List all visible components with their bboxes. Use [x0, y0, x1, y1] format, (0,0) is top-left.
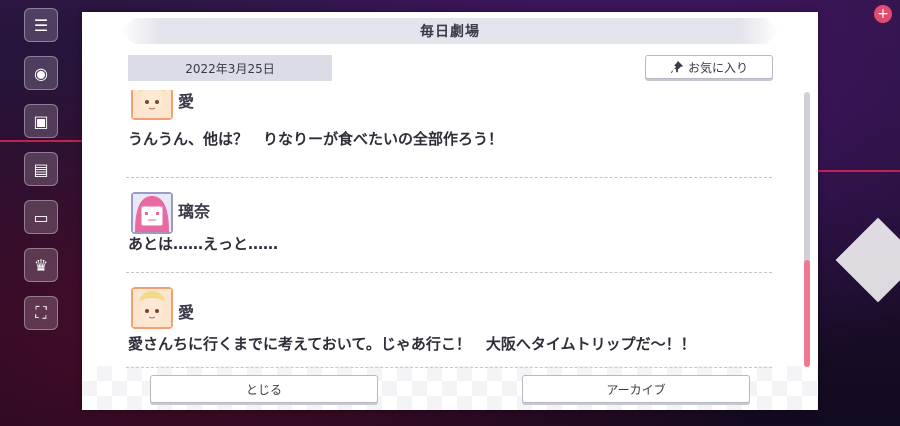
- dialog-title: 毎日劇場: [420, 24, 480, 40]
- expand-icon[interactable]: ⛶: [24, 296, 58, 330]
- menu-diamond-decor: [835, 217, 900, 303]
- dialogue-log[interactable]: 愛 うんうん、他は？ りなりーが食べたいの全部作ろう！ 璃奈 あとは……えっと……: [126, 90, 772, 370]
- right-sidebar: +: [818, 0, 900, 426]
- dialogue-text: うんうん、他は？ りなりーが食べたいの全部作ろう！: [128, 130, 504, 148]
- scrollbar[interactable]: [804, 92, 810, 367]
- ai-avatar-icon: [131, 90, 173, 120]
- speaker-name: 愛: [178, 92, 195, 111]
- speaker-name: 璃奈: [178, 202, 211, 221]
- speaker-name: 愛: [178, 303, 195, 322]
- archive-button[interactable]: アーカイブ: [522, 375, 750, 403]
- add-currency-button[interactable]: +: [874, 5, 892, 23]
- screen-icon[interactable]: ▭: [24, 200, 58, 234]
- chat-icon[interactable]: ◉: [24, 56, 58, 90]
- trophy-icon[interactable]: ♛: [24, 248, 58, 282]
- dialogue-text: あとは……えっと……: [128, 235, 279, 253]
- close-button[interactable]: とじる: [150, 375, 378, 403]
- gift-icon[interactable]: ▤: [24, 152, 58, 186]
- dialogue-entry: 璃奈 あとは……えっと……: [126, 178, 772, 273]
- rina-avatar-icon: [131, 192, 173, 234]
- favorite-label: お気に入り: [687, 60, 748, 75]
- pin-icon: [670, 60, 684, 74]
- dialogue-entry: 愛 愛さんちに行くまでに考えておいて。じゃあ行こ！ 大阪へタイムトリップだ～！！: [126, 273, 772, 368]
- ai-avatar-icon: [131, 287, 173, 329]
- left-sidebar: ☰ ◉ ▣ ▤ ▭ ♛ ⛶: [0, 0, 82, 426]
- title-band: 毎日劇場: [120, 18, 780, 44]
- dialogue-entry: 愛 うんうん、他は？ りなりーが食べたいの全部作ろう！: [126, 90, 772, 178]
- box-icon[interactable]: ▣: [24, 104, 58, 138]
- scrollbar-thumb[interactable]: [804, 260, 810, 367]
- favorite-button[interactable]: お気に入り: [645, 55, 773, 79]
- dialogue-text: 愛さんちに行くまでに考えておいて。じゃあ行こ！ 大阪へタイムトリップだ～！！: [128, 335, 696, 353]
- menu-icon[interactable]: ☰: [24, 8, 58, 42]
- date-tag: 2022年3月25日: [128, 55, 332, 81]
- daily-theater-dialog: 毎日劇場 2022年3月25日 お気に入り 愛 うんうん、他は？ りなりーが食べ…: [82, 12, 818, 410]
